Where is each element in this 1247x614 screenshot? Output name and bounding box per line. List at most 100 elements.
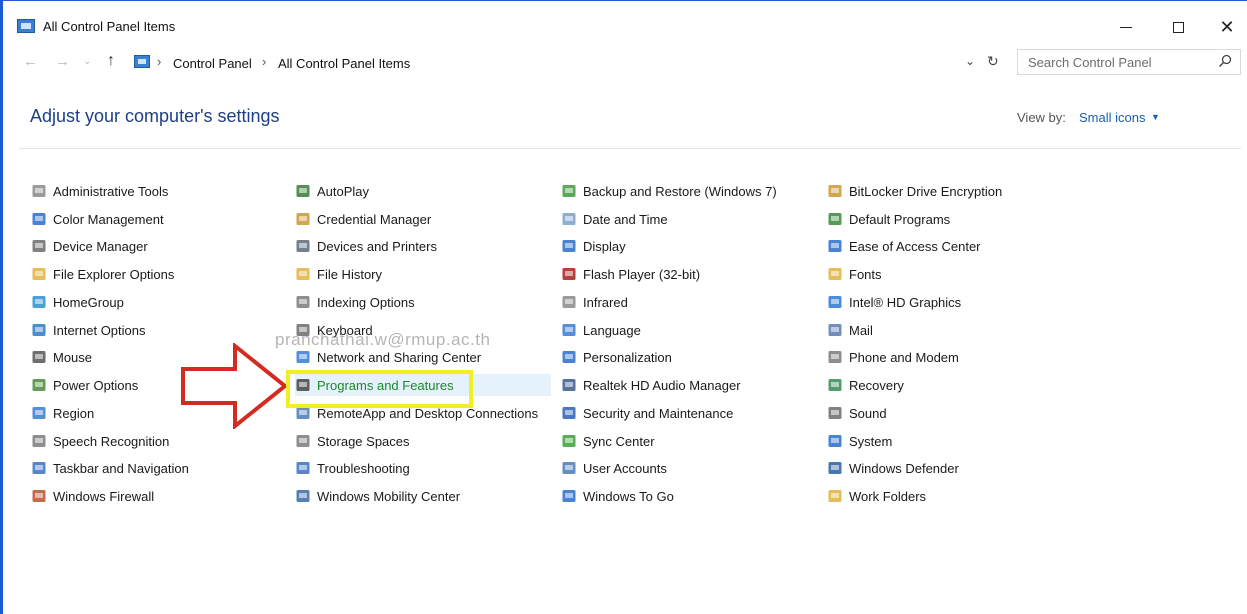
flag-icon [561, 405, 577, 421]
item-windows-to-go[interactable]: Windows To Go [561, 485, 674, 507]
item-date-and-time[interactable]: Date and Time [561, 208, 668, 230]
item-label: Credential Manager [317, 211, 432, 227]
device-manager-icon [31, 238, 47, 254]
item-windows-defender[interactable]: Windows Defender [827, 457, 959, 479]
item-display[interactable]: Display [561, 235, 626, 257]
item-windows-mobility-center[interactable]: Windows Mobility Center [295, 485, 460, 507]
up-button[interactable]: ↑ [107, 52, 115, 70]
realtek-audio-icon [561, 377, 577, 393]
item-file-explorer-options[interactable]: File Explorer Options [31, 263, 174, 285]
minimize-button[interactable] [1103, 13, 1149, 41]
item-mouse[interactable]: Mouse [31, 346, 92, 368]
intel-graphics-icon [827, 294, 843, 310]
breadcrumb-separator[interactable]: › [262, 54, 266, 69]
item-troubleshooting[interactable]: Troubleshooting [295, 457, 410, 479]
item-sound[interactable]: Sound [827, 402, 887, 424]
item-label: Infrared [583, 294, 628, 310]
breadcrumb-all-items[interactable]: All Control Panel Items [278, 56, 410, 71]
item-label: Realtek HD Audio Manager [583, 377, 741, 393]
recent-locations-button[interactable]: ⌄ [83, 56, 91, 67]
item-mail[interactable]: Mail [827, 319, 873, 341]
item-label: Mouse [53, 349, 93, 365]
item-realtek-hd-audio-manager[interactable]: Realtek HD Audio Manager [561, 374, 741, 396]
mouse-icon [31, 349, 47, 365]
item-region[interactable]: Region [31, 402, 94, 424]
flash-player-icon [561, 266, 577, 282]
language-icon [561, 322, 577, 338]
view-by-dropdown[interactable]: Small icons [1079, 110, 1145, 125]
item-infrared[interactable]: Infrared [561, 291, 628, 313]
item-personalization[interactable]: Personalization [561, 346, 672, 368]
item-administrative-tools[interactable]: Administrative Tools [31, 180, 168, 202]
item-label: Device Manager [53, 238, 148, 254]
item-storage-spaces[interactable]: Storage Spaces [295, 430, 410, 452]
item-fonts[interactable]: Fonts [827, 263, 882, 285]
item-label: User Accounts [583, 460, 667, 476]
item-homegroup[interactable]: HomeGroup [31, 291, 124, 313]
item-backup-and-restore-windows-7[interactable]: Backup and Restore (Windows 7) [561, 180, 777, 202]
breadcrumb-separator[interactable]: › [157, 54, 161, 69]
system-icon [827, 433, 843, 449]
item-sync-center[interactable]: Sync Center [561, 430, 655, 452]
item-label: File History [317, 266, 383, 282]
address-bar[interactable]: › Control Panel › All Control Panel Item… [129, 49, 1009, 75]
refresh-button[interactable]: ↻ [987, 53, 999, 70]
item-indexing-options[interactable]: Indexing Options [295, 291, 415, 313]
close-button[interactable]: ✕ [1204, 13, 1247, 41]
item-default-programs[interactable]: Default Programs [827, 208, 950, 230]
item-flash-player-32-bit[interactable]: Flash Player (32-bit) [561, 263, 700, 285]
item-security-and-maintenance[interactable]: Security and Maintenance [561, 402, 733, 424]
taskbar-icon [31, 460, 47, 476]
divider [19, 148, 1241, 149]
item-label: Devices and Printers [317, 238, 437, 254]
item-bitlocker-drive-encryption[interactable]: BitLocker Drive Encryption [827, 180, 1002, 202]
maximize-button[interactable] [1155, 13, 1201, 41]
item-label: Internet Options [53, 322, 146, 338]
infrared-icon [561, 294, 577, 310]
item-system[interactable]: System [827, 430, 892, 452]
admin-tools-icon [31, 183, 47, 199]
chevron-down-icon[interactable]: ▼ [1151, 112, 1160, 122]
credential-manager-icon [295, 211, 311, 227]
item-internet-options[interactable]: Internet Options [31, 319, 146, 341]
item-label: Date and Time [583, 211, 668, 227]
item-color-management[interactable]: Color Management [31, 208, 164, 230]
search-icon[interactable] [1218, 54, 1232, 68]
file-history-icon [295, 266, 311, 282]
network-icon [295, 349, 311, 365]
item-label: File Explorer Options [53, 266, 175, 282]
address-dropdown-button[interactable]: ⌄ [965, 54, 975, 68]
item-language[interactable]: Language [561, 319, 641, 341]
item-phone-and-modem[interactable]: Phone and Modem [827, 346, 959, 368]
search-placeholder: Search Control Panel [1028, 55, 1152, 70]
item-label: Indexing Options [317, 294, 415, 310]
item-credential-manager[interactable]: Credential Manager [295, 208, 431, 230]
display-icon [561, 238, 577, 254]
date-time-icon [561, 211, 577, 227]
item-autoplay[interactable]: AutoPlay [295, 180, 369, 202]
search-input[interactable]: Search Control Panel [1017, 49, 1241, 75]
item-file-history[interactable]: File History [295, 263, 382, 285]
autoplay-icon [295, 183, 311, 199]
item-windows-firewall[interactable]: Windows Firewall [31, 485, 154, 507]
item-device-manager[interactable]: Device Manager [31, 235, 148, 257]
breadcrumb-control-panel[interactable]: Control Panel [173, 56, 252, 71]
item-taskbar-and-navigation[interactable]: Taskbar and Navigation [31, 457, 189, 479]
backup-restore-icon [561, 183, 577, 199]
forward-button[interactable]: → [55, 53, 70, 70]
item-recovery[interactable]: Recovery [827, 374, 904, 396]
default-programs-icon [827, 211, 843, 227]
item-ease-of-access-center[interactable]: Ease of Access Center [827, 235, 981, 257]
item-devices-and-printers[interactable]: Devices and Printers [295, 235, 437, 257]
region-icon [31, 405, 47, 421]
item-user-accounts[interactable]: User Accounts [561, 457, 667, 479]
item-label: Ease of Access Center [849, 238, 981, 254]
sound-icon [827, 405, 843, 421]
item-label: Sound [849, 405, 887, 421]
back-button[interactable]: ← [23, 53, 38, 70]
item-intel-hd-graphics[interactable]: Intel® HD Graphics [827, 291, 961, 313]
mobility-center-icon [295, 488, 311, 504]
item-work-folders[interactable]: Work Folders [827, 485, 926, 507]
item-speech-recognition[interactable]: Speech Recognition [31, 430, 169, 452]
item-power-options[interactable]: Power Options [31, 374, 138, 396]
